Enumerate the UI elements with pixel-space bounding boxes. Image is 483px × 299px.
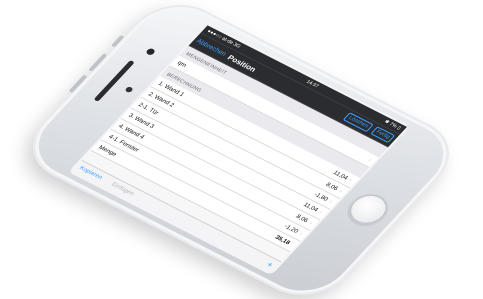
chevron-right-icon: › [307,220,314,226]
row-value: -1,20 [282,223,300,235]
row-value: -1,80 [312,191,330,203]
chevron-right-icon: › [297,231,304,237]
row-value: 11,04 [331,169,350,182]
chevron-right-icon: › [337,188,344,194]
total-value: 35,18 [273,234,292,246]
iphone-device: ●●●○○ at-de 3G 14:37 ✱ 7% ▯ Abbrechen Po… [12,0,470,299]
chevron-right-icon: › [327,199,334,205]
chevron-right-icon: › [317,209,324,216]
add-icon[interactable]: + [264,260,276,270]
row-value: 8,06 [324,181,340,192]
scene: ●●●○○ at-de 3G 14:37 ✱ 7% ▯ Abbrechen Po… [0,0,483,299]
row-value: 11,04 [302,201,320,213]
row-value: 8,06 [294,213,310,224]
chevron-right-icon: › [347,177,354,184]
